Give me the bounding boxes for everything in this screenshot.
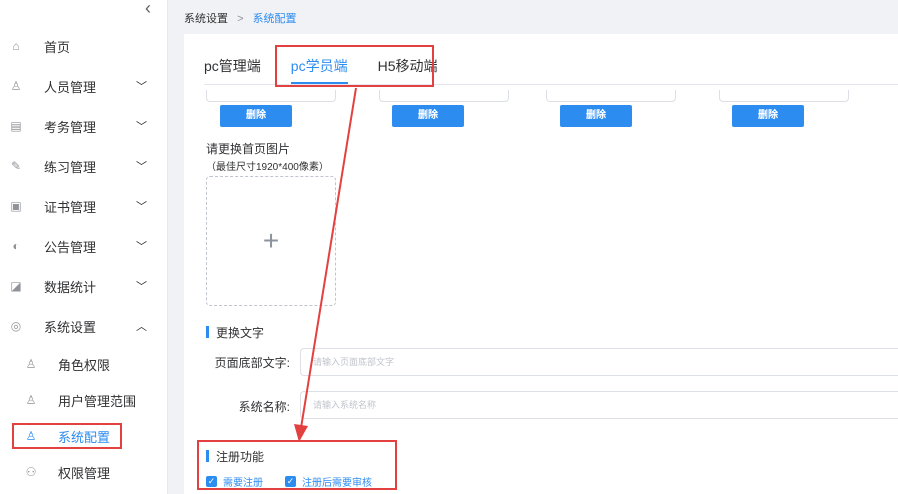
- upload-title: 请更换首页图片: [206, 142, 291, 156]
- image-slot: [206, 90, 336, 102]
- chart-icon: ◪: [10, 279, 22, 293]
- sidebar-item-label: 数据统计: [44, 279, 97, 295]
- breadcrumb-current: 系统配置: [252, 13, 297, 25]
- delete-button[interactable]: 删除: [392, 105, 464, 127]
- sidebar-item-certificate[interactable]: ▣ 证书管理 ﹀: [0, 194, 168, 218]
- system-name-input[interactable]: 请输入系统名称: [300, 391, 898, 419]
- sidebar-item-personnel[interactable]: ♙ 人员管理 ﹀: [0, 74, 168, 98]
- tab-pc-admin[interactable]: pc管理端: [204, 52, 261, 84]
- sidebar-item-label: 考务管理: [44, 119, 97, 135]
- sidebar-item-label: 首页: [44, 39, 71, 55]
- delete-button[interactable]: 删除: [732, 105, 804, 127]
- sidebar-subitem-user-scope[interactable]: ♙ 用户管理范围: [0, 388, 168, 412]
- breadcrumb: 系统设置 > 系统配置: [184, 10, 297, 26]
- sidebar-item-label: 系统设置: [44, 319, 97, 335]
- plus-icon: +: [262, 225, 280, 256]
- sidebar-item-label: 证书管理: [44, 199, 97, 215]
- system-name-label: 系统名称:: [238, 400, 290, 414]
- sidebar-item-label: 人员管理: [44, 79, 97, 95]
- sidebar-item-exam[interactable]: ▤ 考务管理 ﹀: [0, 114, 168, 138]
- sidebar-item-practice[interactable]: ✎ 练习管理 ﹀: [0, 154, 168, 178]
- sidebar-item-system-settings[interactable]: ◎ 系统设置 ︿: [0, 314, 168, 338]
- annotation-box-sidebar: [12, 423, 122, 449]
- announcement-icon: ◐: [12, 239, 20, 253]
- text-section-title: 更换文字: [206, 324, 264, 341]
- edit-icon: ✎: [10, 159, 22, 173]
- chevron-down-icon: ﹀: [136, 121, 147, 133]
- chevron-down-icon: ﹀: [136, 81, 147, 93]
- sidebar-item-label: 公告管理: [44, 239, 97, 255]
- sidebar-item-label: 用户管理范围: [58, 393, 137, 409]
- sidebar-subitem-roles[interactable]: ♙ 角色权限: [0, 352, 168, 376]
- image-uploader[interactable]: +: [206, 176, 336, 306]
- home-icon: ⌂: [12, 39, 20, 53]
- user-scope-icon: ♙: [25, 393, 37, 407]
- sidebar-item-statistics[interactable]: ◪ 数据统计 ﹀: [0, 274, 168, 298]
- sidebar-item-home[interactable]: ⌂ 首页: [0, 34, 168, 58]
- collapse-sidebar-icon[interactable]: ‹: [140, 0, 156, 20]
- permission-icon: ⚇: [25, 465, 37, 479]
- chevron-down-icon: ﹀: [136, 281, 147, 293]
- user-icon: ♙: [10, 79, 22, 93]
- image-slot: [546, 90, 676, 102]
- footer-text-label: 页面底部文字:: [214, 356, 290, 370]
- breadcrumb-parent[interactable]: 系统设置: [184, 13, 228, 25]
- chevron-up-icon: ︿: [136, 321, 147, 333]
- sidebar-item-label: 角色权限: [58, 357, 111, 373]
- certificate-icon: ▣: [10, 199, 22, 213]
- delete-button[interactable]: 删除: [220, 105, 292, 127]
- footer-text-input[interactable]: 请输入页面底部文字: [300, 348, 898, 376]
- breadcrumb-separator: >: [237, 13, 244, 25]
- sidebar-item-label: 练习管理: [44, 159, 97, 175]
- delete-button[interactable]: 删除: [560, 105, 632, 127]
- document-icon: ▤: [10, 119, 22, 133]
- chevron-down-icon: ﹀: [136, 241, 147, 253]
- annotation-box-register: [197, 440, 397, 490]
- sidebar-subitem-permissions[interactable]: ⚇ 权限管理: [0, 460, 168, 484]
- image-slot: [379, 90, 509, 102]
- image-slot: [719, 90, 849, 102]
- sidebar-item-label: 权限管理: [58, 465, 111, 481]
- config-panel: pc管理端 pc学员端 H5移动端 删除 删除 删除 删除 请更换首页图片 （最…: [184, 34, 898, 494]
- settings-icon: ◎: [10, 319, 22, 333]
- sidebar-item-announcement[interactable]: ◐ 公告管理 ﹀: [0, 234, 168, 258]
- annotation-box-tabs: [275, 45, 434, 87]
- sidebar: ‹ ⌂ 首页 ♙ 人员管理 ﹀ ▤ 考务管理 ﹀ ✎ 练习管理 ﹀ ▣ 证书管理…: [0, 0, 168, 494]
- chevron-down-icon: ﹀: [136, 201, 147, 213]
- upload-hint: （最佳尺寸1920*400像素）: [206, 162, 329, 173]
- role-icon: ♙: [25, 357, 37, 371]
- chevron-down-icon: ﹀: [136, 161, 147, 173]
